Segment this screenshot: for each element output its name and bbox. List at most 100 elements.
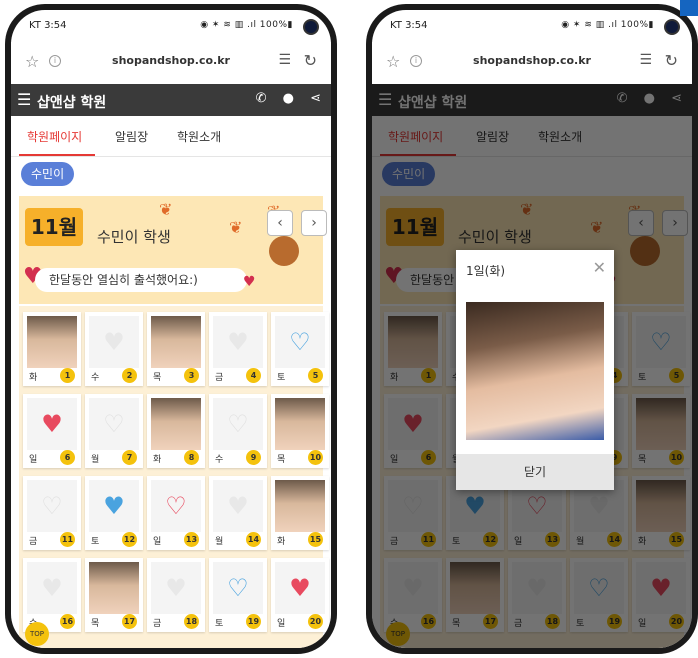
heart-placeholder: ♥ (275, 562, 325, 614)
calendar-day-cell[interactable]: ♡ 수9 (209, 394, 267, 468)
top-button[interactable]: TOP (25, 622, 49, 646)
day-number-badge: 12 (122, 532, 137, 547)
reload-icon[interactable]: ↻ (665, 51, 678, 70)
screen: KT 3:54 ◉ ✶ ≋ ▥ .ıl 100%▮ ☆ i shopandsho… (372, 10, 692, 648)
calendar-day-cell[interactable]: ♡토5 (271, 312, 329, 386)
phone-icon[interactable]: ✆ (256, 91, 267, 106)
day-label-strip: 토 12 (89, 532, 139, 548)
day-label-strip: 목 10 (275, 450, 325, 466)
student-button[interactable]: 수민이 (21, 162, 75, 186)
attendance-photo (89, 562, 139, 614)
status-bar: KT 3:54 ◉ ✶ ≋ ▥ .ıl 100%▮ (372, 10, 692, 42)
weekday-label: 수 (91, 373, 100, 383)
phone-frame-left: KT 3:54 ◉ ✶ ≋ ▥ .ıl 100%▮ ☆ i shopandsho… (5, 4, 337, 654)
calendar-day-cell[interactable]: 화8 (147, 394, 205, 468)
heart-placeholder: ♥ (27, 398, 77, 450)
location-icon[interactable]: ● (283, 91, 294, 106)
calendar-day-cell[interactable]: 화 15 (271, 476, 329, 550)
banner-student-name: 수민이 학생 (97, 228, 171, 246)
day-label-strip: 금 11 (27, 532, 77, 548)
leaf-icon: ❦ (159, 200, 173, 219)
calendar-day-cell[interactable]: ♥ 일 20 (271, 558, 329, 632)
attendance-photo (27, 316, 77, 368)
next-month-button[interactable]: › (301, 210, 327, 236)
day-number-badge: 4 (246, 368, 261, 383)
tab-notice[interactable]: 알림장 (115, 128, 148, 145)
tab-academy-intro[interactable]: 학원소개 (177, 128, 221, 145)
day-label-strip: 화1 (27, 368, 77, 384)
share-icon[interactable]: ⋖ (310, 91, 321, 106)
heart-icon: ♥ (41, 574, 63, 602)
heart-icon: ♡ (103, 410, 125, 438)
attendance-calendar: 화1♥수2목3♥금4♡토5♥일6♡월7화8♡수9목10♡금11♥토12♡일13♥… (19, 306, 329, 648)
modal-close-button[interactable]: 닫기 (456, 454, 614, 490)
heart-icon: ♥ (165, 574, 187, 602)
day-number-badge: 14 (246, 532, 261, 547)
hamburger-icon[interactable]: ☰ (17, 90, 31, 109)
calendar-day-cell[interactable]: ♡월7 (85, 394, 143, 468)
calendar-day-cell[interactable]: 목 17 (85, 558, 143, 632)
heart-icon: ♥ (289, 574, 311, 602)
screen: KT 3:54 ◉ ✶ ≋ ▥ .ıl 100%▮ ☆ i shopandsho… (11, 10, 331, 648)
tabs-icon[interactable]: ☰ (639, 52, 652, 68)
calendar-day-cell[interactable]: ♥수16 (23, 558, 81, 632)
squirrel-illustration (269, 236, 299, 266)
calendar-day-cell[interactable]: ♡ 토 19 (209, 558, 267, 632)
browser-url-bar: ☆ i shopandshop.co.kr ☰ ↻ (372, 42, 692, 84)
prev-month-button[interactable]: ‹ (267, 210, 293, 236)
heart-icon: ♥ (227, 492, 249, 520)
weekday-label: 금 (153, 619, 162, 629)
day-number-badge: 8 (184, 450, 199, 465)
phone-frame-right: KT 3:54 ◉ ✶ ≋ ▥ .ıl 100%▮ ☆ i shopandsho… (366, 4, 698, 654)
day-number-badge: 16 (60, 614, 75, 629)
calendar-day-cell[interactable]: ♥금4 (209, 312, 267, 386)
heart-placeholder: ♡ (213, 398, 263, 450)
day-label-strip: 일6 (27, 450, 77, 466)
day-number-badge: 19 (246, 614, 261, 629)
day-label-strip: 금 18 (151, 614, 201, 630)
calendar-day-cell[interactable]: ♥ 금 18 (147, 558, 205, 632)
heart-placeholder: ♥ (213, 316, 263, 368)
calendar-day-cell[interactable]: ♥ 수 2 (85, 312, 143, 386)
attendance-photo (275, 480, 325, 532)
day-number-badge: 11 (60, 532, 75, 547)
close-icon[interactable]: ✕ (593, 258, 606, 277)
weekday-label: 목 (153, 373, 162, 383)
day-number-badge: 18 (184, 614, 199, 629)
camera-icon (303, 19, 319, 35)
heart-icon: ♡ (227, 410, 249, 438)
day-label-strip: 수9 (213, 450, 263, 466)
modal-title: 1일(화) (466, 264, 506, 278)
heart-icon: ♥ (41, 410, 63, 438)
heart-icon: ♡ (289, 328, 311, 356)
attendance-photo (151, 316, 201, 368)
calendar-day-cell[interactable]: ♥ 월 14 (209, 476, 267, 550)
day-label-strip: 일 20 (275, 614, 325, 630)
weekday-label: 목 (277, 455, 286, 465)
reload-icon[interactable]: ↻ (304, 51, 317, 70)
day-number-badge: 2 (122, 368, 137, 383)
heart-placeholder: ♡ (89, 398, 139, 450)
calendar-day-cell[interactable]: ♥ 토 12 (85, 476, 143, 550)
tab-academy-page[interactable]: 학원페이지 (27, 128, 82, 145)
weekday-label: 토 (215, 619, 224, 629)
day-label-strip: 화 15 (275, 532, 325, 548)
status-carrier-time: KT 3:54 (29, 20, 67, 31)
calendar-day-cell[interactable]: 목3 (147, 312, 205, 386)
heart-placeholder: ♥ (213, 480, 263, 532)
calendar-day-cell[interactable]: ♡ 금 11 (23, 476, 81, 550)
calendar-day-cell[interactable]: 목 10 (271, 394, 329, 468)
tab-nav: 학원페이지 알림장 학원소개 (11, 116, 331, 157)
status-carrier-time: KT 3:54 (390, 20, 428, 31)
heart-placeholder: ♡ (275, 316, 325, 368)
calendar-day-cell[interactable]: ♡ 일 13 (147, 476, 205, 550)
day-number-badge: 1 (60, 368, 75, 383)
tabs-icon[interactable]: ☰ (278, 52, 291, 68)
day-label-strip: 토 19 (213, 614, 263, 630)
calendar-day-cell[interactable]: ♥ 일6 (23, 394, 81, 468)
day-number-badge: 13 (184, 532, 199, 547)
day-label-strip: 월 14 (213, 532, 263, 548)
heart-icon: ♥ (103, 328, 125, 356)
heart-placeholder: ♥ (89, 316, 139, 368)
calendar-day-cell[interactable]: 화1 (23, 312, 81, 386)
